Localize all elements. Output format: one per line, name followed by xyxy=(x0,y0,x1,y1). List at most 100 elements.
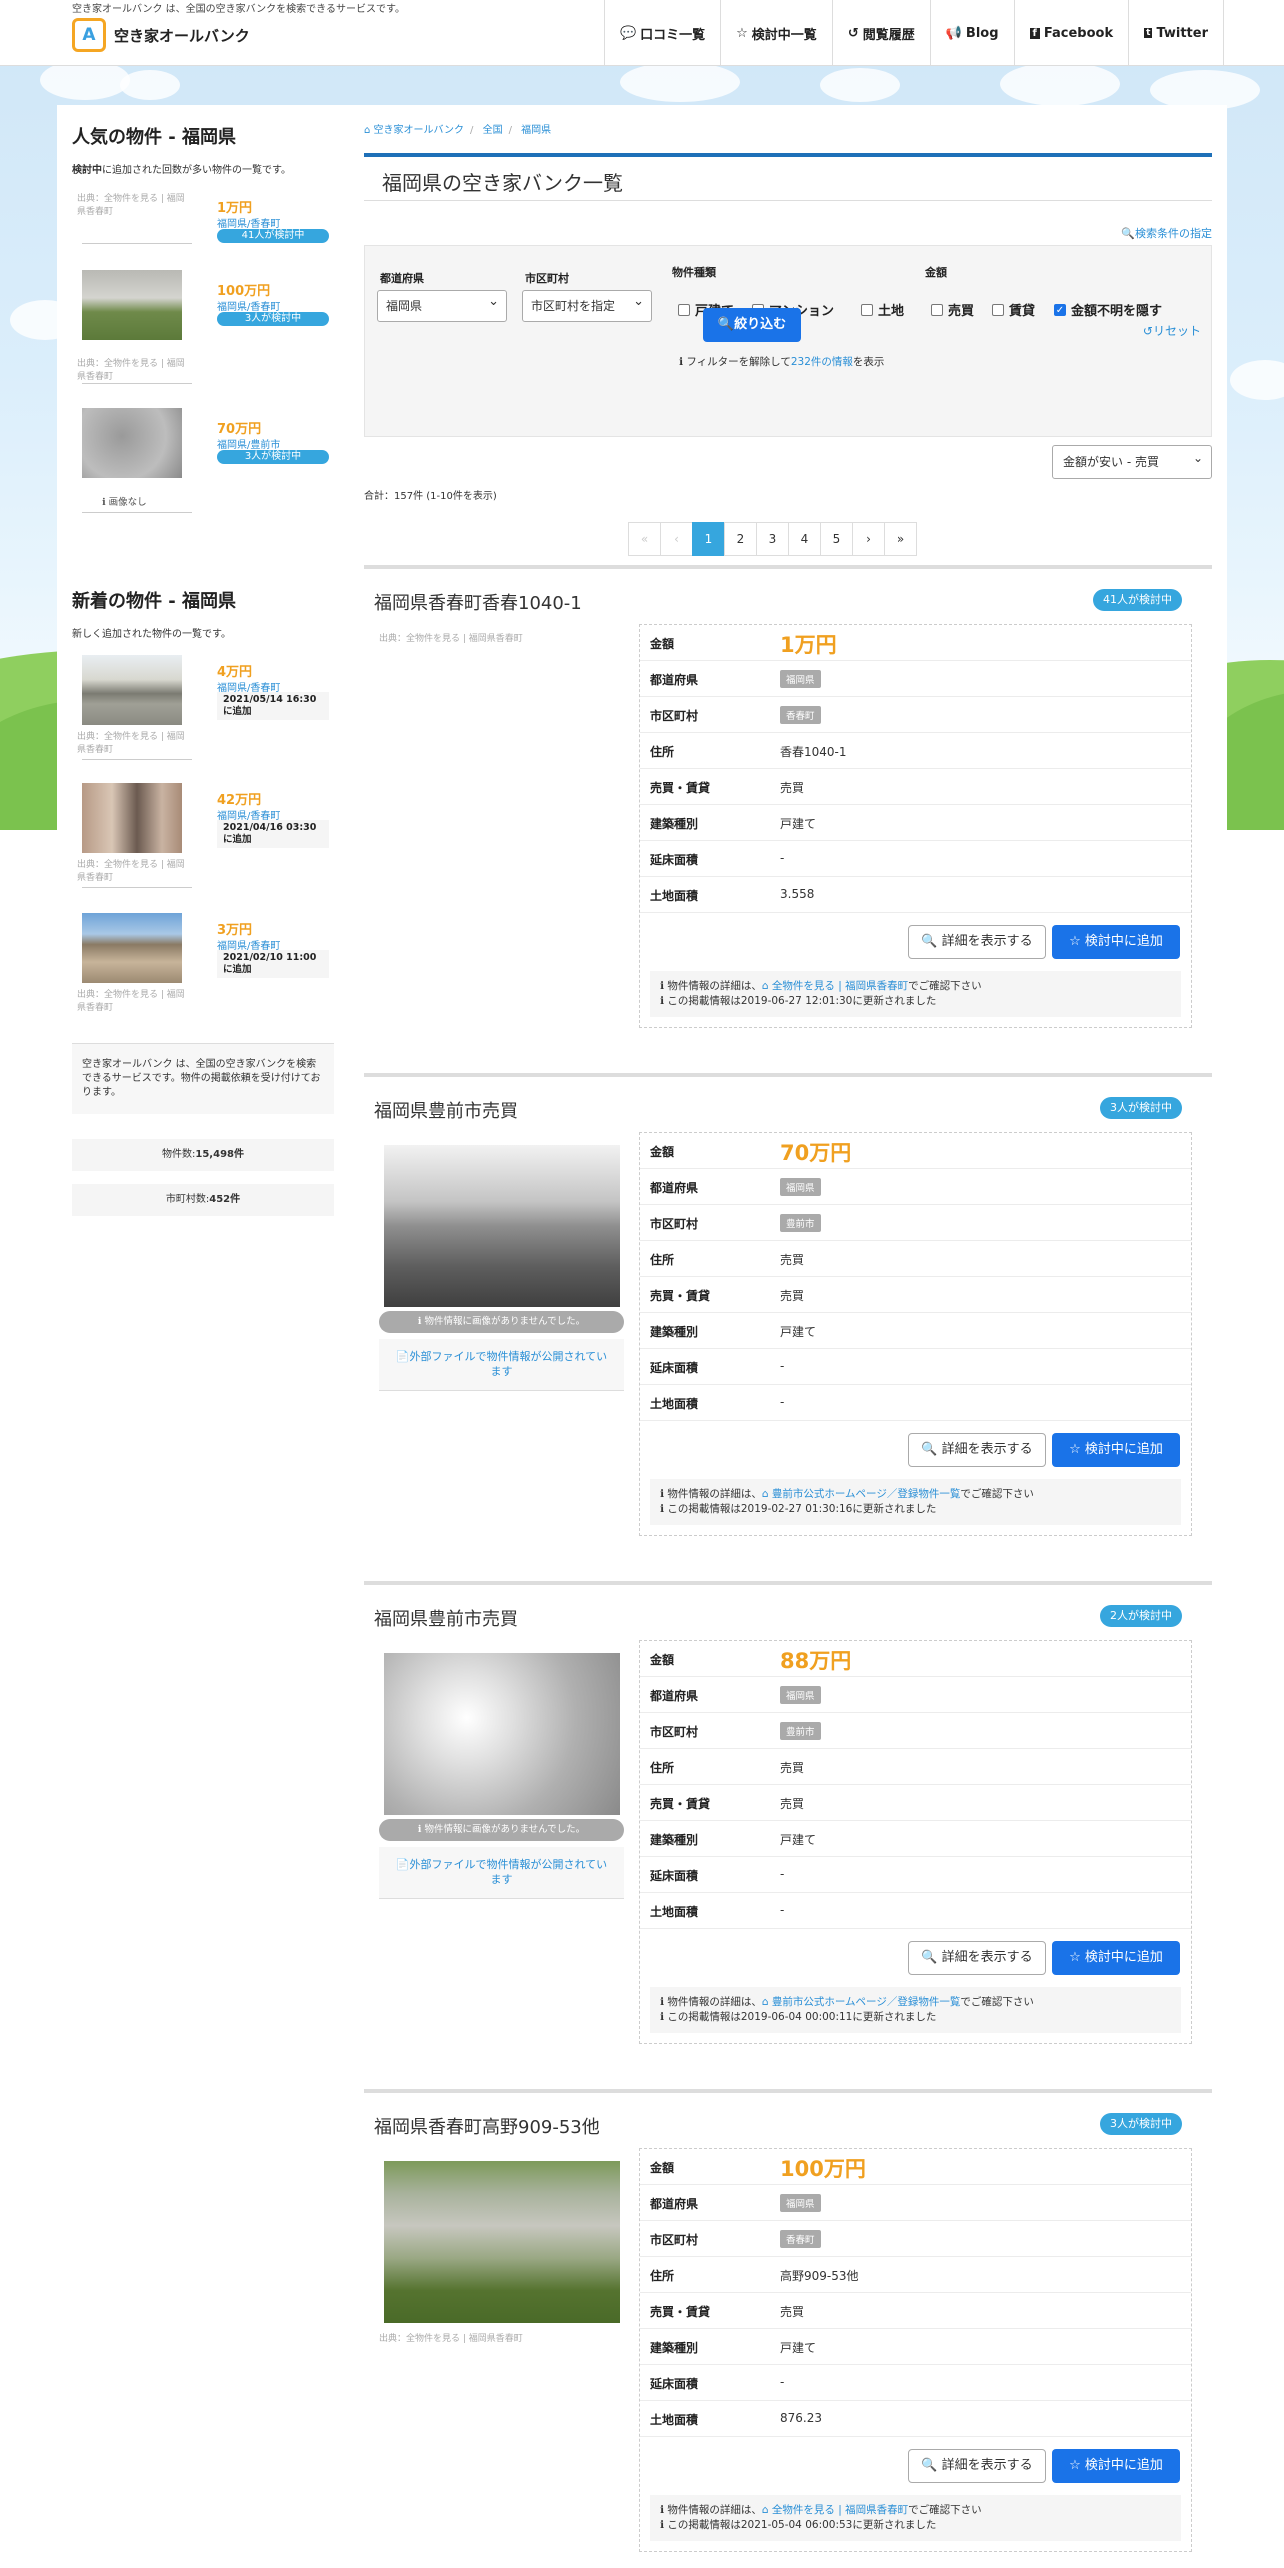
nav-twitter[interactable]: t Twitter xyxy=(1128,0,1224,66)
source-link[interactable]: ⌂ 豊前市公式ホームページ／登録物件一覧 xyxy=(762,1488,961,1500)
nav-facebook[interactable]: f Facebook xyxy=(1013,0,1129,66)
item-location[interactable]: 福岡県/香春町 xyxy=(217,298,280,313)
item-location[interactable]: 福岡県/香春町 xyxy=(217,215,280,230)
history-icon: ↺ xyxy=(847,25,859,41)
page-title: 福岡県の空き家バンク一覧 xyxy=(364,153,1212,201)
city-tag[interactable]: 豊前市 xyxy=(780,1722,821,1740)
listing-title[interactable]: 福岡県豊前市売買 xyxy=(374,1097,518,1123)
add-favorite-button[interactable]: ☆ 検討中に追加 xyxy=(1052,2449,1180,2483)
bullhorn-icon: 📢 xyxy=(945,25,962,41)
page-2[interactable]: 2 xyxy=(724,522,757,556)
item-thumb[interactable] xyxy=(72,655,182,725)
city-tag[interactable]: 豊前市 xyxy=(780,1214,821,1232)
type-land-checkbox[interactable]: 土地 xyxy=(861,300,904,319)
top-navbar: 空き家オールバンク は、全国の空き家バンクを検索できるサービスです。 A 空き家… xyxy=(0,0,1284,66)
source-link[interactable]: ⌂ 豊前市公式ホームページ／登録物件一覧 xyxy=(762,1996,961,2008)
breadcrumb: ⌂ 空き家オールバンク / 全国 / 福岡県 xyxy=(364,125,552,136)
pref-tag[interactable]: 福岡県 xyxy=(780,670,821,688)
new-item[interactable]: 出典：全物件を見る | 福岡県香春町 4万円 福岡県/香春町 2021/05/1… xyxy=(72,655,334,755)
filter-toggle[interactable]: 🔍検索条件の指定 xyxy=(1121,225,1212,241)
breadcrumb-home[interactable]: 空き家オールバンク xyxy=(374,125,465,136)
price-sale-checkbox[interactable]: 売買 xyxy=(931,300,974,319)
page-4[interactable]: 4 xyxy=(788,522,821,556)
nav-favorites[interactable]: ☆ 検討中一覧 xyxy=(720,0,832,66)
info-icon: ℹ xyxy=(660,1996,664,2008)
stat-properties: 物件数:15,498件 xyxy=(72,1139,334,1171)
star-icon: ☆ xyxy=(1069,934,1081,949)
pref-tag[interactable]: 福岡県 xyxy=(780,2194,821,2212)
price-rent-checkbox[interactable]: 賃貸 xyxy=(992,300,1035,319)
listing-photo[interactable] xyxy=(384,1653,620,1815)
item-thumb[interactable] xyxy=(72,913,182,983)
pref-tag[interactable]: 福岡県 xyxy=(780,1178,821,1196)
source-note: 出典：全物件を見る | 福岡県香春町 xyxy=(379,2334,523,2344)
listing-price: 88万円 xyxy=(780,1649,852,1673)
filter-reset-link[interactable]: ↺リセット xyxy=(1143,322,1201,339)
add-favorite-button[interactable]: ☆ 検討中に追加 xyxy=(1052,925,1180,959)
new-title: 新着の物件 - 福岡県 xyxy=(72,591,237,612)
breadcrumb-all[interactable]: 全国 xyxy=(483,125,503,136)
item-thumb[interactable] xyxy=(72,408,182,478)
add-favorite-button[interactable]: ☆ 検討中に追加 xyxy=(1052,1941,1180,1975)
logo-text: 空き家オールバンク xyxy=(114,26,250,45)
show-all-link[interactable]: 232件の情報 xyxy=(791,356,853,368)
source-note: 出典：全物件を見る | 福岡県香春町 xyxy=(77,359,185,382)
page-first[interactable]: « xyxy=(628,522,661,556)
source-link[interactable]: ⌂ 全物件を見る | 福岡県香春町 xyxy=(762,980,908,992)
sort-select[interactable]: 金額が安い - 売買 xyxy=(1052,442,1212,479)
nav-reviews[interactable]: 💬 口コミ一覧 xyxy=(603,0,720,66)
source-note: 出典：全物件を見る | 福岡県香春町 xyxy=(77,194,185,217)
new-item[interactable]: 出典：全物件を見る | 福岡県香春町 42万円 福岡県/香春町 2021/04/… xyxy=(72,783,334,883)
listing-title[interactable]: 福岡県香春町高野909-53他 xyxy=(374,2113,600,2139)
city-select[interactable]: 市区町村を指定 xyxy=(522,287,652,322)
breadcrumb-current[interactable]: 福岡県 xyxy=(521,125,551,136)
listing-photo[interactable] xyxy=(384,2161,620,2323)
page-prev[interactable]: ‹ xyxy=(660,522,693,556)
site-logo[interactable]: A 空き家オールバンク xyxy=(72,18,250,52)
listing-card: 福岡県香春町香春1040-1 41人が検討中 出典：全物件を見る | 福岡県香春… xyxy=(364,565,1212,1073)
item-location[interactable]: 福岡県/豊前市 xyxy=(217,436,280,451)
page-3[interactable]: 3 xyxy=(756,522,789,556)
price-label: 金額 xyxy=(925,266,947,279)
nav-history[interactable]: ↺ 閲覧履歴 xyxy=(831,0,930,66)
pref-tag[interactable]: 福岡県 xyxy=(780,1686,821,1704)
site-tagline: 空き家オールバンク は、全国の空き家バンクを検索できるサービスです。 xyxy=(72,4,405,15)
external-file-link[interactable]: 📄外部ファイルで物件情報が公開されています xyxy=(379,1847,624,1899)
divider xyxy=(82,887,192,888)
page-last[interactable]: » xyxy=(884,522,917,556)
listing-photo[interactable] xyxy=(384,1145,620,1307)
add-favorite-button[interactable]: ☆ 検討中に追加 xyxy=(1052,1433,1180,1467)
filter-panel: 都道府県 福岡県 市区町村 市区町村を指定 物件種類 戸建て マンション 土地 … xyxy=(364,245,1212,437)
popular-item[interactable]: 出典：全物件を見る | 福岡県香春町 100万円 福岡県/香春町 3人が検討中 xyxy=(72,270,334,382)
listing-title[interactable]: 福岡県豊前市売買 xyxy=(374,1605,518,1631)
search-icon: 🔍 xyxy=(1121,227,1135,240)
city-tag[interactable]: 香春町 xyxy=(780,706,821,724)
source-link[interactable]: ⌂ 全物件を見る | 福岡県香春町 xyxy=(762,2504,908,2516)
type-label: 物件種類 xyxy=(672,266,716,279)
no-image-caption: ℹ 物件情報に画像がありませんでした。 xyxy=(379,1311,624,1333)
city-tag[interactable]: 香春町 xyxy=(780,2230,821,2248)
filter-submit-button[interactable]: 🔍絞り込む xyxy=(703,308,801,342)
pref-select[interactable]: 福岡県 xyxy=(377,287,507,322)
source-note: 出典：全物件を見る | 福岡県香春町 xyxy=(77,990,185,1013)
page-next[interactable]: › xyxy=(852,522,885,556)
detail-button[interactable]: 🔍 詳細を表示する xyxy=(908,1433,1046,1467)
listing-title[interactable]: 福岡県香春町香春1040-1 xyxy=(374,589,582,615)
item-price: 4万円 xyxy=(217,665,253,680)
detail-button[interactable]: 🔍 詳細を表示する xyxy=(908,925,1046,959)
item-thumb[interactable] xyxy=(72,783,182,853)
listing-badge: 3人が検討中 xyxy=(1100,1097,1182,1119)
detail-button[interactable]: 🔍 詳細を表示する xyxy=(908,1941,1046,1975)
listing-price: 70万円 xyxy=(780,1141,852,1165)
item-thumb[interactable] xyxy=(72,270,182,340)
nav-blog[interactable]: 📢 Blog xyxy=(929,0,1014,66)
price-hide-unknown-checkbox[interactable]: ✓ 金額不明を隠す xyxy=(1054,300,1162,319)
page-1[interactable]: 1 xyxy=(692,522,725,556)
new-item[interactable]: 出典：全物件を見る | 福岡県香春町 3万円 福岡県/香春町 2021/02/1… xyxy=(72,913,334,1013)
detail-button[interactable]: 🔍 詳細を表示する xyxy=(908,2449,1046,2483)
popular-item[interactable]: ℹ 画像なし 70万円 福岡県/豊前市 3人が検討中 xyxy=(72,408,334,508)
external-file-link[interactable]: 📄外部ファイルで物件情報が公開されています xyxy=(379,1339,624,1391)
page-5[interactable]: 5 xyxy=(820,522,853,556)
home-icon: ⌂ xyxy=(364,125,371,136)
divider xyxy=(82,383,192,384)
